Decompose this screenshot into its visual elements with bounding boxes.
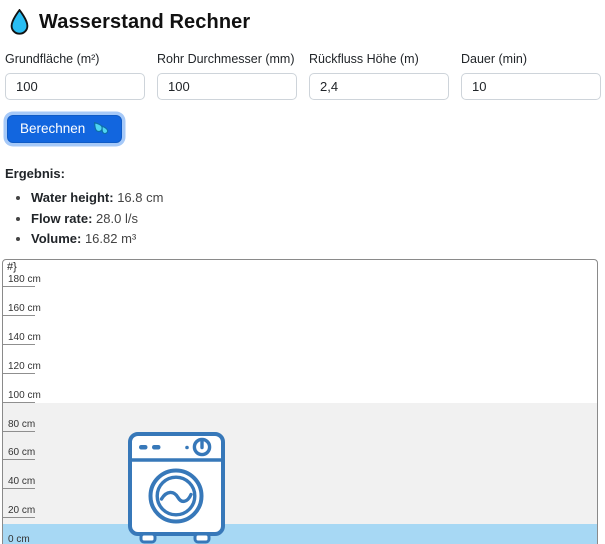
rueckfluss-hoehe-input[interactable] [309,73,449,100]
washing-machine-icon [128,432,226,544]
scale-tick-140: 140 cm [3,332,35,345]
scale-tick-60: 60 cm [3,447,35,460]
grundflaeche-label: Grundfläche (m²) [5,52,157,66]
result-flow-rate: Flow rate: 28.0 l/s [31,211,598,226]
result-water-height: Water height: 16.8 cm [31,190,598,205]
gray-zone [3,403,597,544]
dauer-input[interactable] [461,73,601,100]
water-level-visualization: #} 180 cm 160 cm 140 cm 120 cm 100 cm 80… [2,259,598,544]
results-section: Ergebnis: Water height: 16.8 cm Flow rat… [5,166,598,246]
stray-template-text: #} [7,261,17,273]
field-dauer: Dauer (min) [461,52,605,100]
page: Wasserstand Rechner Grundfläche (m²) Roh… [0,0,605,544]
field-rohr-durchmesser: Rohr Durchmesser (mm) [157,52,309,100]
scale-tick-100: 100 cm [3,390,35,403]
water-droplet-icon [9,9,30,36]
scale-tick-40: 40 cm [3,476,35,489]
scale-tick-160: 160 cm [3,303,35,316]
field-rueckfluss-hoehe: Rückfluss Höhe (m) [309,52,461,100]
rohr-durchmesser-input[interactable] [157,73,297,100]
results-heading: Ergebnis: [5,166,598,181]
calculate-button-label: Berechnen [20,121,85,136]
page-title: Wasserstand Rechner [39,11,250,34]
result-volume: Volume: 16.82 m³ [31,231,598,246]
rohr-durchmesser-label: Rohr Durchmesser (mm) [157,52,309,66]
water-level-band [3,524,597,544]
scale-tick-20: 20 cm [3,505,35,518]
calculate-button[interactable]: Berechnen [7,115,122,143]
app-header: Wasserstand Rechner [9,7,598,37]
scale-tick-0: 0 cm [3,534,35,544]
grundflaeche-input[interactable] [5,73,145,100]
dauer-label: Dauer (min) [461,52,605,66]
rueckfluss-hoehe-label: Rückfluss Höhe (m) [309,52,461,66]
splash-droplets-icon [92,121,109,136]
results-list: Water height: 16.8 cm Flow rate: 28.0 l/… [5,190,598,246]
input-form: Grundfläche (m²) Rohr Durchmesser (mm) R… [5,52,598,100]
scale-tick-80: 80 cm [3,419,35,432]
scale-tick-120: 120 cm [3,361,35,374]
field-grundflaeche: Grundfläche (m²) [5,52,157,100]
scale-tick-180: 180 cm [3,274,35,287]
